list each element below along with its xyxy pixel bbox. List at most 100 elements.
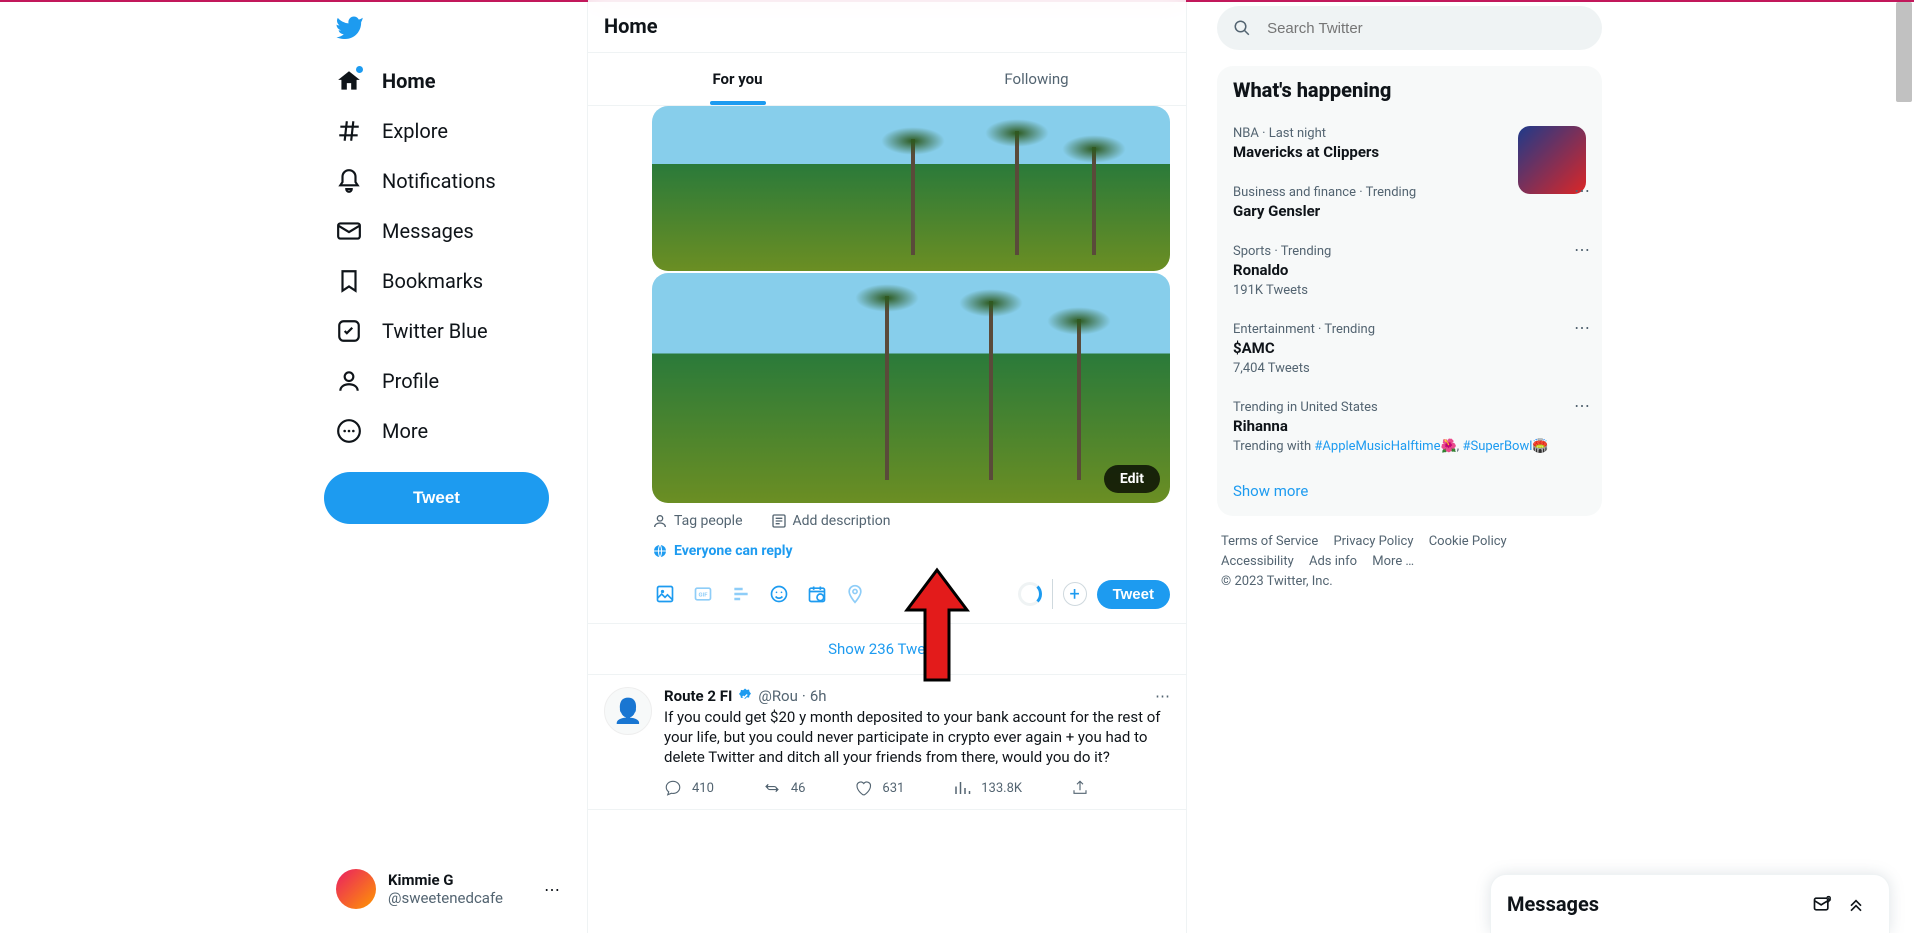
post-author-handle[interactable]: @Rou <box>758 687 798 705</box>
edit-image-button[interactable]: Edit <box>1104 465 1160 493</box>
attached-image-1[interactable] <box>652 106 1170 271</box>
avatar <box>336 869 376 909</box>
nav-bookmarks-label: Bookmarks <box>382 269 483 293</box>
trend-trending-with: Trending with #AppleMusicHalftime🌺, #Sup… <box>1233 439 1586 454</box>
messages-dock[interactable]: Messages <box>1490 874 1890 933</box>
account-menu[interactable]: Kimmie G @sweetenedcafe ⋯ <box>324 857 574 921</box>
bookmark-icon <box>336 268 362 294</box>
main-timeline: Home For you Following Edit <box>587 0 1187 933</box>
share-icon <box>1071 779 1089 797</box>
trend-more-button[interactable]: ⋯ <box>1574 396 1590 415</box>
post-avatar[interactable]: 👤 <box>604 687 652 735</box>
schedule-button[interactable] <box>800 577 834 611</box>
nav-explore[interactable]: Explore <box>324 106 460 156</box>
trend-more-button[interactable]: ⋯ <box>1574 181 1590 200</box>
new-message-button[interactable] <box>1805 887 1839 921</box>
home-icon <box>336 68 362 94</box>
poll-icon <box>731 584 751 604</box>
trend-item-4[interactable]: Trending in United States Rihanna Trendi… <box>1217 388 1602 466</box>
footer-copyright: © 2023 Twitter, Inc. <box>1221 574 1333 589</box>
verified-icon <box>736 687 754 705</box>
poll-button[interactable] <box>724 577 758 611</box>
nav-twitter-blue[interactable]: Twitter Blue <box>324 306 500 356</box>
globe-icon <box>652 543 668 559</box>
search-box[interactable] <box>1217 6 1602 50</box>
footer-tos[interactable]: Terms of Service <box>1221 534 1318 549</box>
svg-text:GIF: GIF <box>699 593 709 599</box>
more-circle-icon <box>336 418 362 444</box>
nav-twitter-blue-label: Twitter Blue <box>382 319 488 343</box>
right-sidebar: What's happening NBA · Last night Maveri… <box>1187 0 1602 933</box>
footer-accessibility[interactable]: Accessibility <box>1221 554 1294 569</box>
like-button[interactable]: 631 <box>854 779 904 797</box>
footer-cookie[interactable]: Cookie Policy <box>1429 534 1507 549</box>
trend-item-3[interactable]: Entertainment · Trending $AMC 7,404 Twee… <box>1217 310 1602 388</box>
messages-dock-title: Messages <box>1507 892 1805 916</box>
gif-button[interactable]: GIF <box>686 577 720 611</box>
nav-bookmarks[interactable]: Bookmarks <box>324 256 495 306</box>
search-input[interactable] <box>1267 20 1586 37</box>
post-author-name[interactable]: Route 2 FI <box>664 687 732 705</box>
post-time[interactable]: 6h <box>810 687 827 705</box>
footer-ads[interactable]: Ads info <box>1309 554 1357 569</box>
char-progress <box>1018 582 1042 606</box>
nav-messages[interactable]: Messages <box>324 206 486 256</box>
tab-following[interactable]: Following <box>887 53 1186 105</box>
divider <box>1052 579 1053 609</box>
account-handle: @sweetenedcafe <box>388 889 544 907</box>
add-description-button[interactable]: Add description <box>771 513 891 529</box>
nav-notifications[interactable]: Notifications <box>324 156 508 206</box>
views-icon <box>953 779 971 797</box>
post-more-button[interactable]: ⋯ <box>1155 687 1170 705</box>
tweet-button[interactable]: Tweet <box>324 472 549 524</box>
media-button[interactable] <box>648 577 682 611</box>
nav-home[interactable]: Home <box>324 56 448 106</box>
nav-messages-label: Messages <box>382 219 474 243</box>
views-button[interactable]: 133.8K <box>953 779 1022 797</box>
share-button[interactable] <box>1071 779 1089 797</box>
reply-button[interactable]: 410 <box>664 779 714 797</box>
footer-privacy[interactable]: Privacy Policy <box>1333 534 1413 549</box>
envelope-icon <box>336 218 362 244</box>
reply-icon <box>664 779 682 797</box>
reply-setting-label: Everyone can reply <box>674 543 793 559</box>
nav-home-label: Home <box>382 69 436 93</box>
nav-explore-label: Explore <box>382 119 448 143</box>
scrollbar[interactable] <box>1896 2 1912 102</box>
nav-more[interactable]: More <box>324 406 440 456</box>
tab-for-you[interactable]: For you <box>588 53 887 105</box>
trend-item-2[interactable]: Sports · Trending Ronaldo 191K Tweets ⋯ <box>1217 232 1602 310</box>
tweet-post[interactable]: 👤 Route 2 FI @Rou · 6h ⋯ If you could ge… <box>588 675 1186 810</box>
show-more-trends[interactable]: Show more <box>1217 466 1602 516</box>
tag-people-button[interactable]: Tag people <box>652 513 743 529</box>
attached-image-2[interactable]: Edit <box>652 273 1170 503</box>
person-icon <box>652 513 668 529</box>
nav-profile[interactable]: Profile <box>324 356 451 406</box>
compose-tweet: Edit Tag people Add description Everyone… <box>588 106 1186 624</box>
add-description-label: Add description <box>793 513 891 529</box>
add-thread-button[interactable]: + <box>1063 582 1087 606</box>
footer-more[interactable]: More … <box>1372 554 1414 569</box>
emoji-button[interactable] <box>762 577 796 611</box>
show-new-tweets[interactable]: Show 236 Tweets <box>588 624 1186 675</box>
post-separator: · <box>802 687 806 705</box>
profile-icon <box>336 368 362 394</box>
heart-icon <box>854 779 872 797</box>
nav-notifications-label: Notifications <box>382 169 496 193</box>
trend-more-button[interactable]: ⋯ <box>1574 240 1590 259</box>
trend-more-button[interactable]: ⋯ <box>1574 318 1590 337</box>
expand-dock-button[interactable] <box>1839 887 1873 921</box>
image-icon <box>655 584 675 604</box>
reply-setting[interactable]: Everyone can reply <box>652 543 1170 559</box>
retweet-button[interactable]: 46 <box>763 779 806 797</box>
tweet-submit-button[interactable]: Tweet <box>1097 580 1170 609</box>
nav-more-label: More <box>382 419 428 443</box>
trend-item-0[interactable]: NBA · Last night Mavericks at Clippers <box>1217 114 1602 173</box>
whats-happening-panel: What's happening NBA · Last night Maveri… <box>1217 66 1602 516</box>
location-button[interactable] <box>838 577 872 611</box>
location-icon <box>845 584 865 604</box>
schedule-icon <box>807 584 827 604</box>
twitter-blue-icon <box>336 318 362 344</box>
twitter-logo[interactable] <box>324 4 374 54</box>
trend-item-1[interactable]: Business and finance · Trending Gary Gen… <box>1217 173 1602 232</box>
